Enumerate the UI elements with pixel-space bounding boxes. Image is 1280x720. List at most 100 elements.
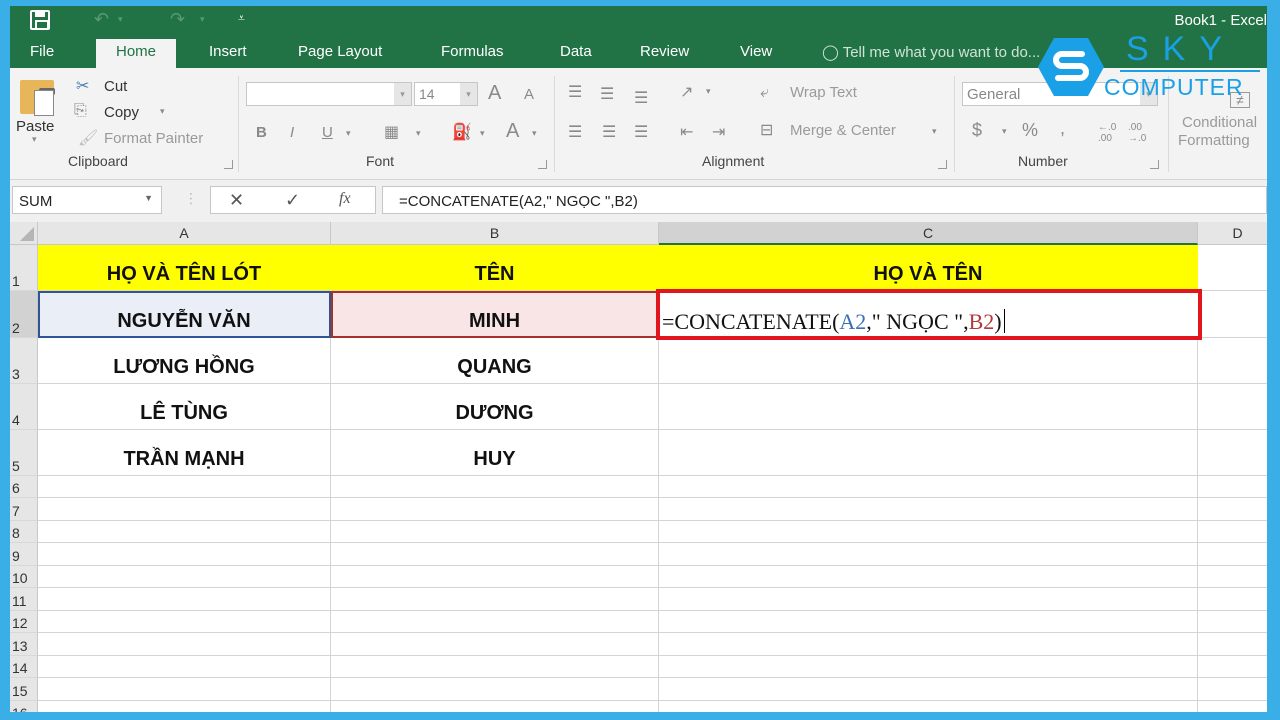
cell-a9[interactable] xyxy=(38,543,331,566)
cell-b1[interactable]: TÊN xyxy=(331,245,659,291)
format-painter-button[interactable]: Format Painter xyxy=(104,130,203,147)
cell-d1[interactable] xyxy=(1198,245,1267,291)
shrink-font-icon[interactable]: A xyxy=(524,86,534,103)
row-header-11[interactable]: 11 xyxy=(10,588,38,611)
increase-indent-icon[interactable]: ⇥ xyxy=(712,122,725,142)
tell-me-search[interactable]: ◯ Tell me what you want to do... xyxy=(822,43,1040,61)
undo-dropdown-icon[interactable]: ▾ xyxy=(118,14,123,25)
cell-a3[interactable]: LƯƠNG HỒNG xyxy=(38,338,331,384)
row-header-16[interactable]: 16 xyxy=(10,701,38,712)
cell-b3[interactable]: QUANG xyxy=(331,338,659,384)
cell-c1[interactable]: HỌ VÀ TÊN xyxy=(659,245,1198,291)
row-header-4[interactable]: 4 xyxy=(10,384,38,430)
cell-a14[interactable] xyxy=(38,656,331,678)
cell-d10[interactable] xyxy=(1198,566,1267,588)
underline-dropdown-icon[interactable]: ▾ xyxy=(346,128,351,139)
save-icon[interactable] xyxy=(30,10,50,30)
tab-page-layout[interactable]: Page Layout xyxy=(298,43,382,60)
grow-font-icon[interactable]: A xyxy=(488,82,501,105)
align-middle-icon[interactable]: ☰ xyxy=(600,84,614,104)
cell-c8[interactable] xyxy=(659,521,1198,543)
font-color-icon[interactable]: A xyxy=(506,120,519,143)
number-format-select[interactable]: General ▾ xyxy=(962,82,1158,106)
undo-icon[interactable]: ↶ xyxy=(94,9,109,30)
row-header-9[interactable]: 9 xyxy=(10,543,38,566)
cell-c12[interactable] xyxy=(659,611,1198,633)
row-header-7[interactable]: 7 xyxy=(10,498,38,521)
align-bottom-icon[interactable]: ☰ xyxy=(634,88,648,108)
align-right-icon[interactable]: ☰ xyxy=(634,122,648,142)
row-header-6[interactable]: 6 xyxy=(10,476,38,498)
enter-check-icon[interactable]: ✓ xyxy=(285,190,300,211)
cell-b12[interactable] xyxy=(331,611,659,633)
select-all-button[interactable] xyxy=(10,222,38,245)
cell-a5[interactable]: TRẦN MẠNH xyxy=(38,430,331,476)
percent-button[interactable]: % xyxy=(1022,120,1038,141)
cell-b8[interactable] xyxy=(331,521,659,543)
cell-d12[interactable] xyxy=(1198,611,1267,633)
cell-c5[interactable] xyxy=(659,430,1198,476)
column-header-b[interactable]: B xyxy=(331,222,659,245)
cell-b14[interactable] xyxy=(331,656,659,678)
paste-button[interactable]: Paste xyxy=(16,118,54,135)
column-header-d[interactable]: D xyxy=(1198,222,1267,245)
fill-dropdown-icon[interactable]: ▾ xyxy=(480,128,485,139)
font-name-select[interactable]: ▾ xyxy=(246,82,412,106)
row-header-14[interactable]: 14 xyxy=(10,656,38,678)
cell-d9[interactable] xyxy=(1198,543,1267,566)
paste-icon[interactable] xyxy=(20,80,55,116)
cell-c13[interactable] xyxy=(659,633,1198,656)
cell-a6[interactable] xyxy=(38,476,331,498)
decrease-decimal-button[interactable]: .00 →.0 xyxy=(1128,122,1154,144)
font-launcher-icon[interactable] xyxy=(538,160,547,169)
fill-color-icon[interactable]: ⛽ xyxy=(452,122,472,142)
row-header-13[interactable]: 13 xyxy=(10,633,38,656)
orientation-icon[interactable]: ↗ xyxy=(680,82,693,102)
tab-review[interactable]: Review xyxy=(640,43,689,60)
cell-b5[interactable]: HUY xyxy=(331,430,659,476)
row-header-2[interactable]: 2 xyxy=(10,291,38,338)
cell-d2[interactable] xyxy=(1198,291,1267,338)
row-header-5[interactable]: 5 xyxy=(10,430,38,476)
cell-c10[interactable] xyxy=(659,566,1198,588)
cell-c11[interactable] xyxy=(659,588,1198,611)
name-box[interactable]: SUM ▼ xyxy=(12,186,162,214)
copy-button[interactable]: Copy xyxy=(104,104,139,121)
cell-d4[interactable] xyxy=(1198,384,1267,430)
cell-a15[interactable] xyxy=(38,678,331,701)
font-size-select[interactable]: 14 ▾ xyxy=(414,82,478,106)
cell-a10[interactable] xyxy=(38,566,331,588)
cell-a2[interactable]: NGUYỄN VĂN xyxy=(38,291,331,338)
underline-button[interactable]: U xyxy=(322,124,333,141)
cell-c2-editing[interactable]: =CONCATENATE(A2," NGỌC ",B2) xyxy=(656,289,1202,340)
cell-a11[interactable] xyxy=(38,588,331,611)
row-header-12[interactable]: 12 xyxy=(10,611,38,633)
cell-d5[interactable] xyxy=(1198,430,1267,476)
cell-a12[interactable] xyxy=(38,611,331,633)
column-header-c[interactable]: C xyxy=(659,222,1198,245)
row-header-10[interactable]: 10 xyxy=(10,566,38,588)
insert-function-icon[interactable]: fx xyxy=(339,190,351,208)
resize-handle-icon[interactable]: ⋮ xyxy=(184,190,198,207)
cell-b9[interactable] xyxy=(331,543,659,566)
cell-c15[interactable] xyxy=(659,678,1198,701)
cell-d3[interactable] xyxy=(1198,338,1267,384)
cell-c3[interactable] xyxy=(659,338,1198,384)
cell-a7[interactable] xyxy=(38,498,331,521)
cell-a4[interactable]: LÊ TÙNG xyxy=(38,384,331,430)
redo-dropdown-icon[interactable]: ▾ xyxy=(200,14,205,25)
formula-input[interactable]: =CONCATENATE(A2," NGỌC ",B2) xyxy=(382,186,1267,214)
orientation-dropdown-icon[interactable]: ▾ xyxy=(706,86,711,97)
align-left-icon[interactable]: ☰ xyxy=(568,122,582,142)
cell-a16[interactable] xyxy=(38,701,331,712)
copy-dropdown-icon[interactable]: ▾ xyxy=(160,106,165,117)
tab-file[interactable]: File xyxy=(30,43,54,60)
tab-home[interactable]: Home xyxy=(96,39,177,68)
cell-b15[interactable] xyxy=(331,678,659,701)
customize-toolbar-icon[interactable]: ⩡ xyxy=(238,11,245,26)
column-header-a[interactable]: A xyxy=(38,222,331,245)
font-color-dropdown-icon[interactable]: ▾ xyxy=(532,128,537,139)
cell-a13[interactable] xyxy=(38,633,331,656)
currency-button[interactable]: $ xyxy=(972,120,982,141)
cell-c16[interactable] xyxy=(659,701,1198,712)
